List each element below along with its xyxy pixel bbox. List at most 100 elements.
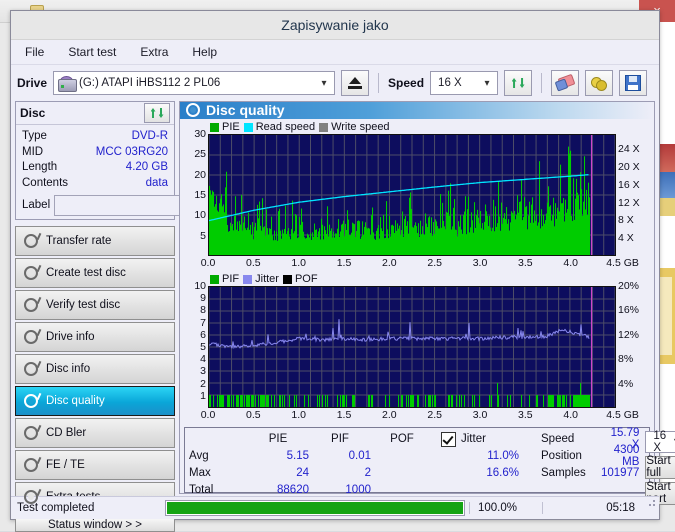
- statistics-cell-pif: 0.01: [348, 450, 371, 463]
- disc-icon: [24, 360, 42, 376]
- axis-tick-label: 10: [194, 209, 206, 222]
- menu-item-start-test[interactable]: Start test: [64, 43, 120, 61]
- drive-select[interactable]: (G:) ATAPI iHBS112 2 PL06 ▾: [53, 71, 336, 95]
- sidebar-item-cd-bler[interactable]: CD Bler: [15, 418, 175, 448]
- axis-tick-label: 16%: [618, 304, 640, 317]
- jitter-checkbox[interactable]: [441, 431, 456, 447]
- statistics-cell-pif: 1000: [345, 484, 371, 497]
- axis-tick-label: 30: [194, 127, 206, 140]
- axis-tick-label: 12 X: [618, 196, 640, 209]
- pif-chart-y-axis: 1 2 3 4 5 6 7 8 9 10: [184, 280, 208, 408]
- axis-tick-label: 0.5: [246, 256, 261, 269]
- legend-item-pif: PIF: [210, 273, 239, 285]
- statistics-cell-jitter: 16.6%: [486, 467, 519, 480]
- refresh-icon: [511, 76, 526, 90]
- disc-panel: Disc Type DVD-R MID MCC 03RG20 Length 4.…: [15, 101, 260, 220]
- sidebar-item-verify-test-disc[interactable]: Verify test disc: [15, 290, 175, 320]
- axis-tick-label: 9: [200, 292, 206, 305]
- disc-refresh-button[interactable]: [144, 103, 170, 123]
- status-window-button[interactable]: Status window > >: [15, 518, 175, 532]
- sidebar-item-label: Disc info: [46, 363, 91, 375]
- disc-info-key: Type: [22, 130, 47, 142]
- legend-label: PIF: [222, 273, 240, 286]
- readout-key: Position: [541, 450, 582, 463]
- axis-tick-label: 0.0: [200, 408, 216, 421]
- axis-tick-label: 3: [200, 365, 206, 378]
- main-application-window: Zapisywanie jako File Start test Extra H…: [10, 10, 675, 532]
- axis-tick-label: 2: [200, 377, 206, 390]
- disc-icon: [24, 296, 42, 312]
- axis-tick-label: 2.0: [382, 256, 397, 269]
- settings-button[interactable]: [585, 70, 614, 96]
- legend-swatch-jitter: [243, 274, 253, 284]
- speed-select[interactable]: 16 X ▾: [430, 71, 499, 95]
- sidebar-item-label: Disc quality: [46, 395, 105, 407]
- refresh-icon: [150, 106, 165, 120]
- app-titlebar: Zapisywanie jako: [11, 11, 659, 40]
- disc-panel-title: Disc: [20, 106, 46, 120]
- sidebar-item-disc-quality[interactable]: Disc quality: [15, 386, 175, 416]
- pif-chart-legend: PIF Jitter POF: [210, 273, 650, 286]
- eject-button[interactable]: [341, 70, 370, 96]
- drive-toolbar: Drive (G:) ATAPI iHBS112 2 PL06 ▾ Speed …: [11, 65, 659, 101]
- progress-percent: 100.0%: [469, 502, 542, 514]
- sidebar-item-label: Drive info: [46, 331, 95, 343]
- test-speed-select[interactable]: 16 X ▾: [645, 430, 675, 454]
- erase-button[interactable]: [551, 70, 580, 96]
- save-button[interactable]: [619, 70, 648, 96]
- axis-tick-label: 2.5: [427, 408, 442, 421]
- legend-item-write-speed: Write speed: [319, 121, 390, 133]
- axis-tick-label: 3.0: [472, 256, 488, 269]
- sidebar-item-label: Transfer rate: [46, 235, 112, 247]
- sidebar-item-disc-info[interactable]: Disc info: [15, 354, 175, 384]
- sidebar-item-label: FE / TE: [46, 459, 85, 471]
- disc-icon: [24, 392, 42, 408]
- axis-tick-label: 0.0: [200, 256, 216, 269]
- start-full-button[interactable]: Start full: [645, 455, 675, 479]
- disc-info-value: 4.20 GB: [125, 161, 168, 173]
- content-header: Disc quality: [180, 102, 654, 119]
- legend-label: PIE: [222, 121, 240, 134]
- axis-tick-label: 3.5: [518, 256, 533, 269]
- statistics-row-label: Max: [189, 467, 211, 480]
- refresh-button[interactable]: [504, 70, 533, 96]
- sidebar-item-label: Verify test disc: [46, 299, 121, 311]
- axis-tick-label: 1.0: [291, 256, 306, 269]
- legend-swatch-pof: [282, 274, 292, 284]
- axis-tick-label: 8%: [618, 353, 634, 366]
- legend-item-jitter: Jitter: [243, 273, 279, 285]
- menu-item-file[interactable]: File: [21, 43, 48, 61]
- sidebar-item-transfer-rate[interactable]: Transfer rate: [15, 226, 175, 256]
- menu-item-help[interactable]: Help: [188, 43, 221, 61]
- progress-bar: [165, 500, 465, 516]
- pif-chart-block: PIF Jitter POF 1 2 3 4 5 6 7 8 9 10 4% 8% 12% 16% 20%: [180, 271, 654, 423]
- pif-chart-plot: [208, 285, 616, 408]
- chevron-down-icon: ▾: [484, 77, 490, 89]
- test-controls: 16 X ▾ Start full Start part: [645, 430, 675, 505]
- sidebar-item-fe-te[interactable]: FE / TE: [15, 450, 175, 480]
- axis-tick-label: 24 X: [618, 143, 640, 156]
- menu-item-extra[interactable]: Extra: [136, 43, 172, 61]
- disc-info-row-type: Type DVD-R: [22, 129, 168, 145]
- axis-tick-label: 20%: [618, 279, 640, 292]
- axis-tick-label: 7: [200, 316, 206, 329]
- statistics-col-pof: POF: [390, 433, 414, 446]
- statistics-header-row: PIE PIF POF Jitter: [189, 431, 541, 448]
- jitter-toggle[interactable]: Jitter: [433, 431, 541, 447]
- speed-label: Speed: [388, 76, 425, 90]
- pie-chart-wrap: 5 10 15 20 25 30 4 X 8 X 12 X 16 X 20 X 24 X: [184, 128, 650, 256]
- legend-label: Read speed: [255, 121, 316, 134]
- statistics-cell-pie: 24: [296, 467, 309, 480]
- speed-select-value: 16 X: [438, 77, 462, 89]
- disc-info-value: data: [145, 176, 168, 189]
- sidebar-item-drive-info[interactable]: Drive info: [15, 322, 175, 352]
- pie-chart-svg: [209, 134, 615, 255]
- axis-tick-label: 3.0: [472, 408, 488, 421]
- optical-drive-icon: [58, 75, 78, 92]
- axis-tick-label: 4.0: [563, 408, 578, 421]
- axis-tick-label: 8 X: [618, 214, 634, 227]
- axis-tick-label: 4 X: [618, 232, 634, 245]
- axis-tick-label: 6: [200, 328, 206, 341]
- statistics-row-label: Avg: [189, 450, 209, 463]
- sidebar-item-create-test-disc[interactable]: Create test disc: [15, 258, 175, 288]
